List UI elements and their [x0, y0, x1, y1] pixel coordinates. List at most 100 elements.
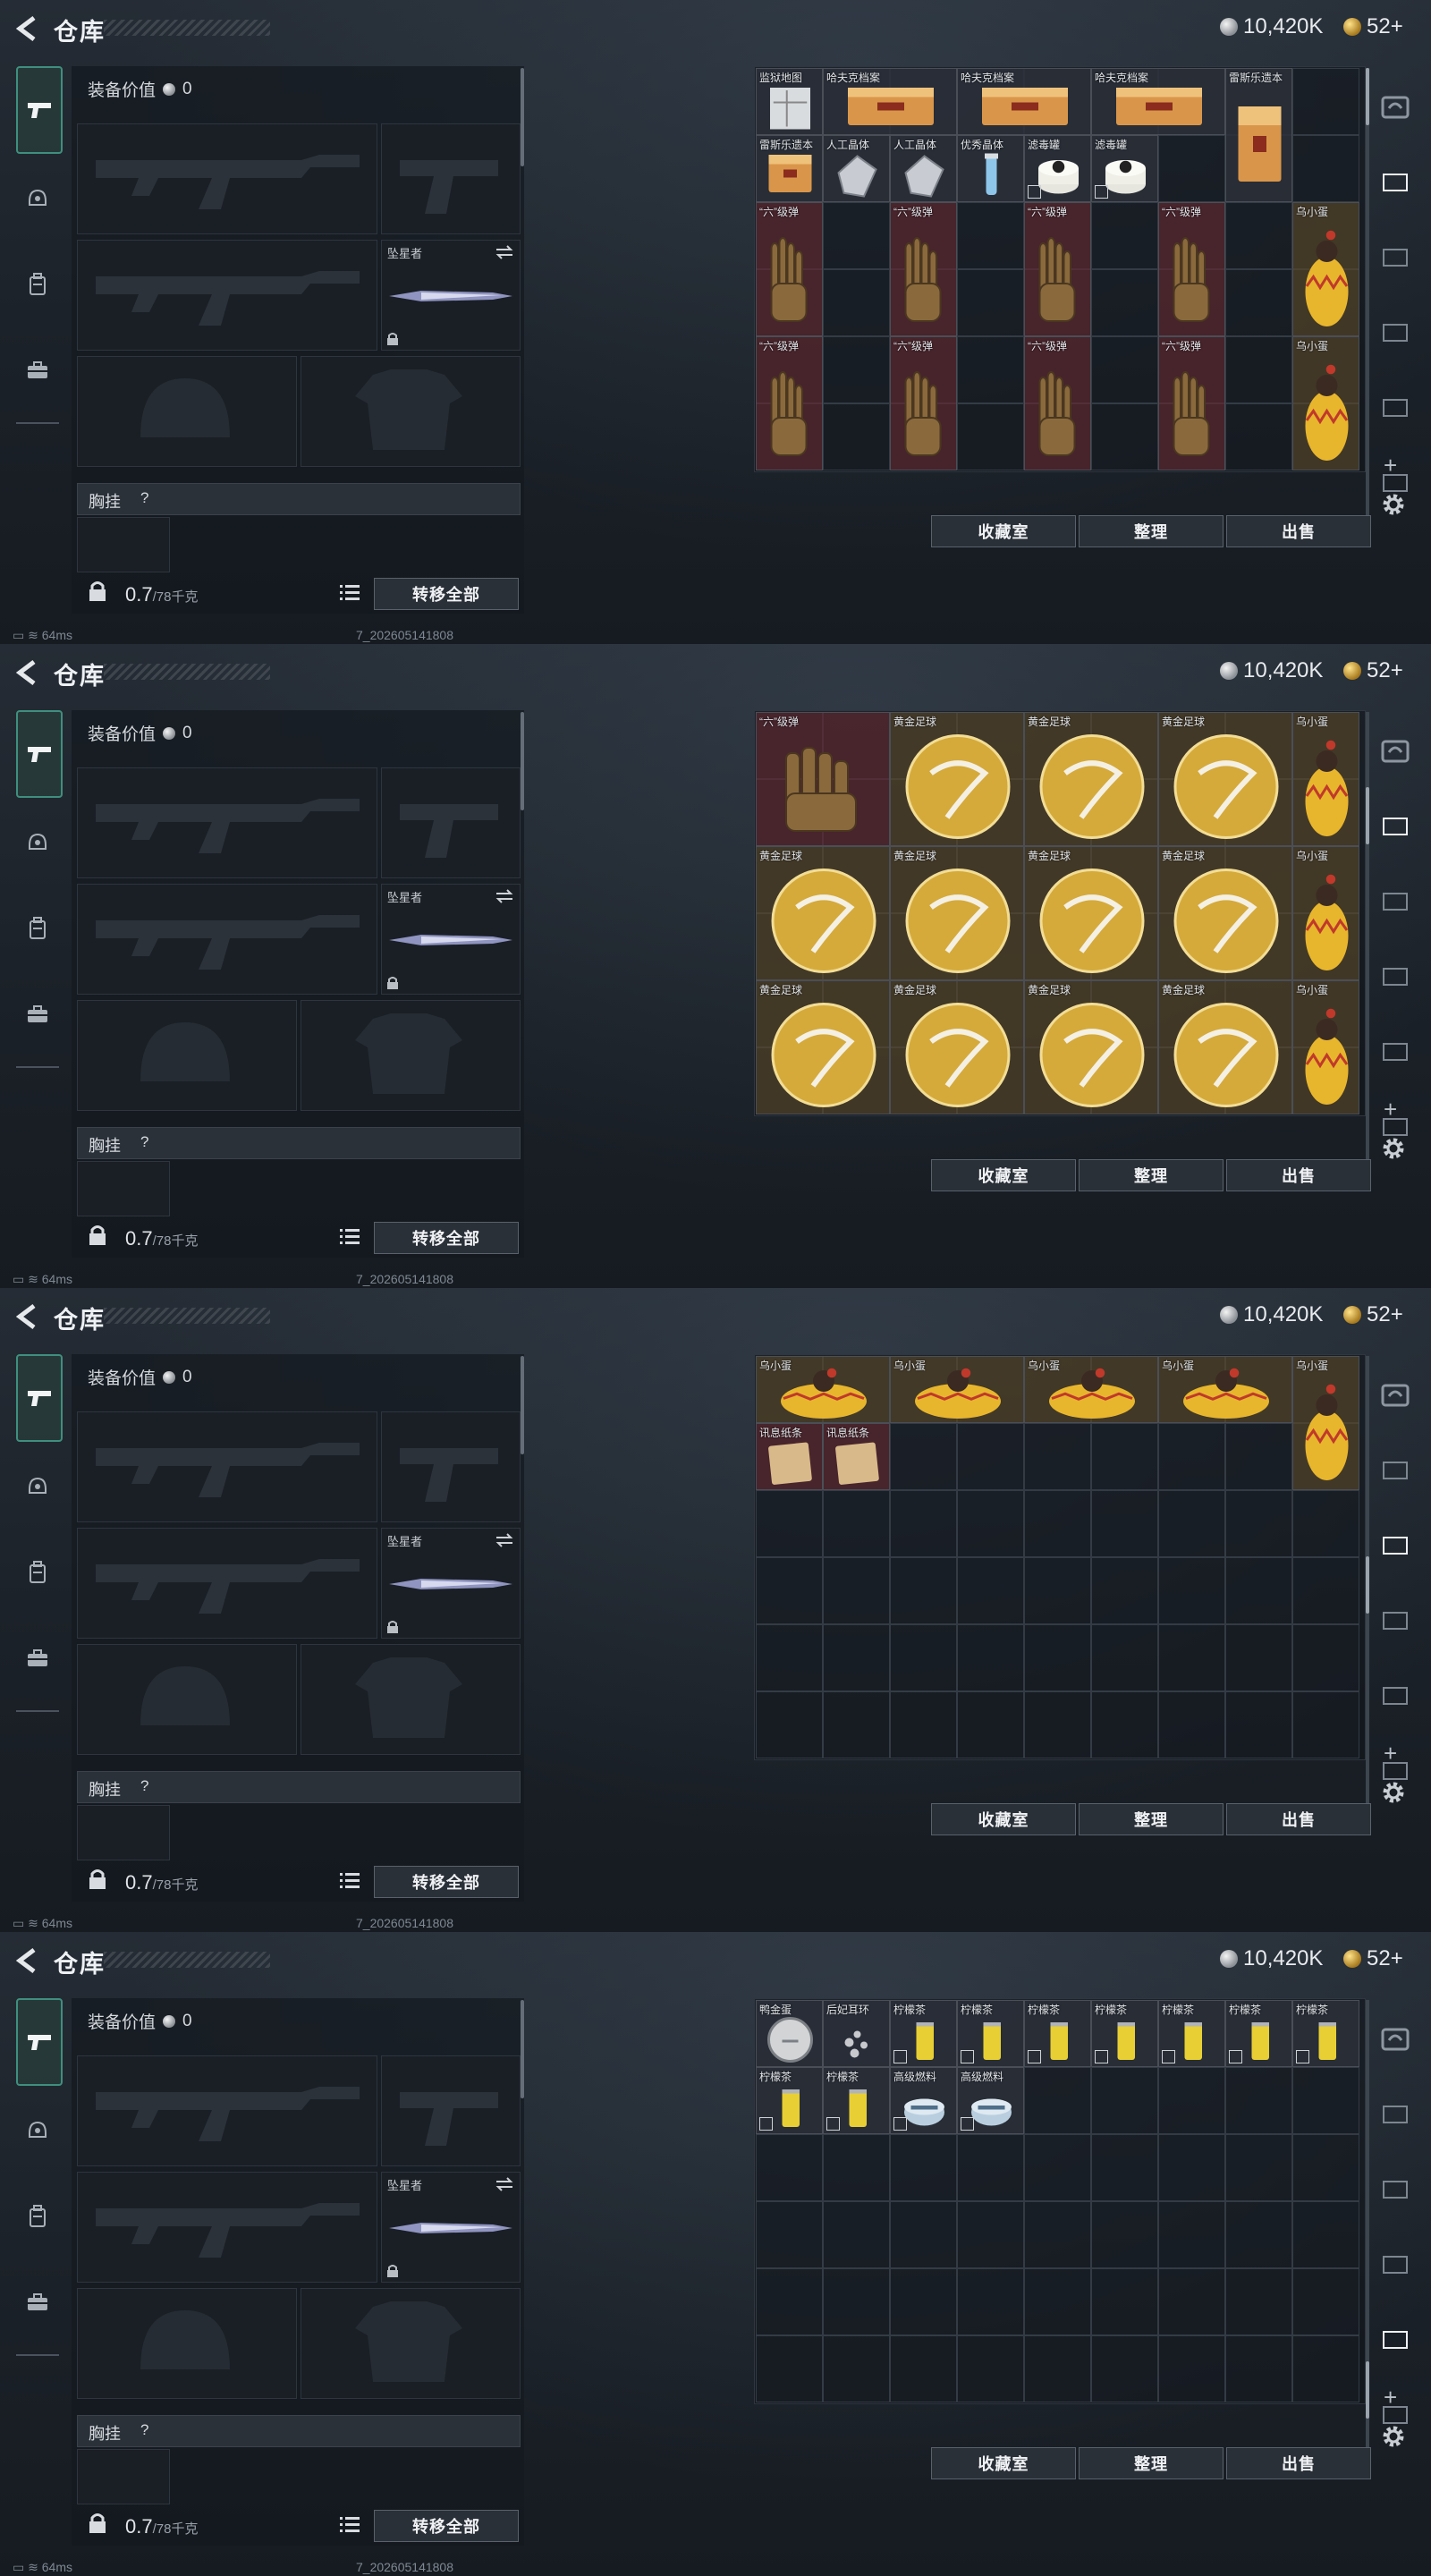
move-all-button[interactable]: 转移全部 — [374, 2510, 519, 2542]
stash-grid-cell[interactable] — [1225, 1557, 1292, 1624]
stash-grid-cell[interactable] — [823, 269, 890, 336]
armor-slot[interactable] — [301, 1000, 521, 1111]
tab-weapons[interactable] — [16, 66, 63, 154]
stash-grid-cell[interactable] — [1158, 2201, 1225, 2268]
stash-item[interactable]: 柠檬茶 — [957, 2000, 1024, 2067]
stash-item[interactable]: 黄金足球 — [1024, 846, 1158, 980]
stash-grid-cell[interactable] — [1091, 2335, 1158, 2402]
pistol-slot[interactable] — [381, 2055, 521, 2166]
sort-button[interactable]: 整理 — [1079, 1803, 1224, 1835]
stash-grid-cell[interactable] — [1292, 1691, 1359, 1758]
move-all-button[interactable]: 转移全部 — [374, 1866, 519, 1898]
chest-rig-help[interactable]: ? — [140, 1777, 148, 1795]
stash-grid-cell[interactable] — [1225, 336, 1292, 403]
stash-item[interactable]: 黄金足球 — [1024, 980, 1158, 1114]
stash-grid-cell[interactable] — [1158, 2268, 1225, 2335]
stash-grid-cell[interactable] — [1292, 2335, 1359, 2402]
stash-item[interactable]: 乌小蛋 — [1158, 1356, 1292, 1423]
tab-stash-4[interactable] — [1376, 955, 1415, 995]
tab-weapons[interactable] — [16, 1354, 63, 1442]
sort-button[interactable]: 整理 — [1079, 1159, 1224, 1191]
stash-grid-cell[interactable] — [756, 2201, 823, 2268]
primary-weapon-slot[interactable] — [77, 2055, 377, 2166]
stash-grid-cell[interactable] — [1024, 2067, 1091, 2134]
stash-grid-cell[interactable] — [957, 1624, 1024, 1691]
stash-grid-cell[interactable] — [823, 403, 890, 470]
stash-grid-cell[interactable] — [890, 2201, 957, 2268]
chest-rig-slot[interactable]: 胸挂 ? — [77, 483, 521, 515]
collection-room-button[interactable]: 收藏室 — [931, 1159, 1076, 1191]
tab-stash-4[interactable] — [1376, 311, 1415, 351]
stash-item[interactable]: 黄金足球 — [756, 980, 890, 1114]
pistol-slot[interactable] — [381, 767, 521, 878]
armor-slot[interactable] — [301, 2288, 521, 2399]
melee-slot[interactable]: 坠星者 — [381, 884, 521, 995]
stash-grid-cell[interactable] — [823, 1691, 890, 1758]
tab-stash-1[interactable] — [1376, 1374, 1415, 1413]
swap-icon[interactable] — [495, 1532, 514, 1548]
stash-item[interactable]: 哈夫克档案 — [957, 68, 1091, 135]
stash-grid-cell[interactable] — [756, 2134, 823, 2201]
backpack-slot[interactable] — [77, 1805, 170, 1860]
backpack-slot[interactable] — [77, 1161, 170, 1216]
tab-stash-4[interactable] — [1376, 1599, 1415, 1639]
stash-grid-cell[interactable] — [756, 1624, 823, 1691]
stash-item[interactable]: 黄金足球 — [756, 846, 890, 980]
equipment-scrollbar[interactable] — [521, 1356, 524, 1454]
secondary-weapon-slot[interactable] — [77, 884, 377, 995]
back-button[interactable] — [11, 1302, 43, 1331]
sort-button[interactable]: 整理 — [1079, 515, 1224, 547]
backpack-slot[interactable] — [77, 517, 170, 572]
tab-case[interactable] — [16, 349, 59, 392]
stash-grid-cell[interactable] — [1158, 2067, 1225, 2134]
stash-grid-cell[interactable] — [1158, 1490, 1225, 1557]
stash-grid-cell[interactable] — [1292, 135, 1359, 202]
stash-scrollbar-thumb[interactable] — [1366, 1556, 1369, 1614]
stash-grid-cell[interactable] — [823, 2201, 890, 2268]
stash-grid-cell[interactable] — [957, 202, 1024, 269]
backpack-slot[interactable] — [77, 2449, 170, 2504]
stash-item[interactable]: “六”级弹 — [1158, 202, 1225, 336]
stash-grid-cell[interactable] — [957, 2268, 1024, 2335]
stash-item[interactable]: 人工晶体 — [823, 135, 890, 202]
add-tab-button[interactable]: + — [1384, 1740, 1397, 1767]
lock-icon[interactable] — [88, 1224, 107, 1247]
stash-item[interactable]: 乌小蛋 — [1292, 980, 1359, 1114]
stash-grid-cell[interactable] — [1024, 1691, 1091, 1758]
stash-grid-cell[interactable] — [1158, 1557, 1225, 1624]
tab-armor[interactable] — [16, 821, 59, 864]
move-all-button[interactable]: 转移全部 — [374, 1222, 519, 1254]
sell-button[interactable]: 出售 — [1226, 1803, 1371, 1835]
tab-stash-2[interactable] — [1376, 1449, 1415, 1488]
stash-grid-cell[interactable] — [823, 1557, 890, 1624]
lock-icon[interactable] — [88, 2512, 107, 2535]
stash-item[interactable]: 讯息纸条 — [756, 1423, 823, 1490]
stash-grid-cell[interactable] — [1292, 1557, 1359, 1624]
add-tab-button[interactable]: + — [1384, 2384, 1397, 2411]
stash-grid-cell[interactable] — [1091, 2067, 1158, 2134]
tab-stash-2[interactable] — [1376, 805, 1415, 844]
stash-grid-cell[interactable] — [1024, 1490, 1091, 1557]
stash-grid-cell[interactable] — [1091, 1490, 1158, 1557]
sort-button[interactable]: 整理 — [1079, 2447, 1224, 2479]
stash-grid-cell[interactable] — [1292, 2268, 1359, 2335]
stash-grid-cell[interactable] — [1225, 1490, 1292, 1557]
stash-grid-cell[interactable] — [1225, 1423, 1292, 1490]
stash-grid-cell[interactable] — [1091, 403, 1158, 470]
stash-grid-cell[interactable] — [823, 1624, 890, 1691]
stash-grid-cell[interactable] — [957, 2134, 1024, 2201]
stash-grid-cell[interactable] — [1292, 2134, 1359, 2201]
stash-grid-cell[interactable] — [823, 2268, 890, 2335]
stash-grid-cell[interactable] — [890, 1423, 957, 1490]
tab-stash-3[interactable] — [1376, 236, 1415, 275]
stash-grid-cell[interactable] — [1024, 2335, 1091, 2402]
list-icon[interactable] — [340, 2515, 360, 2533]
stash-item[interactable]: 乌小蛋 — [1292, 712, 1359, 846]
stash-grid-cell[interactable] — [1225, 2268, 1292, 2335]
stash-grid-cell[interactable] — [756, 2268, 823, 2335]
stash-item[interactable]: 黄金足球 — [1158, 846, 1292, 980]
stash-grid-cell[interactable] — [1091, 1557, 1158, 1624]
stash-item[interactable]: 乌小蛋 — [1292, 846, 1359, 980]
stash-item[interactable]: 柠檬茶 — [1225, 2000, 1292, 2067]
collection-room-button[interactable]: 收藏室 — [931, 1803, 1076, 1835]
